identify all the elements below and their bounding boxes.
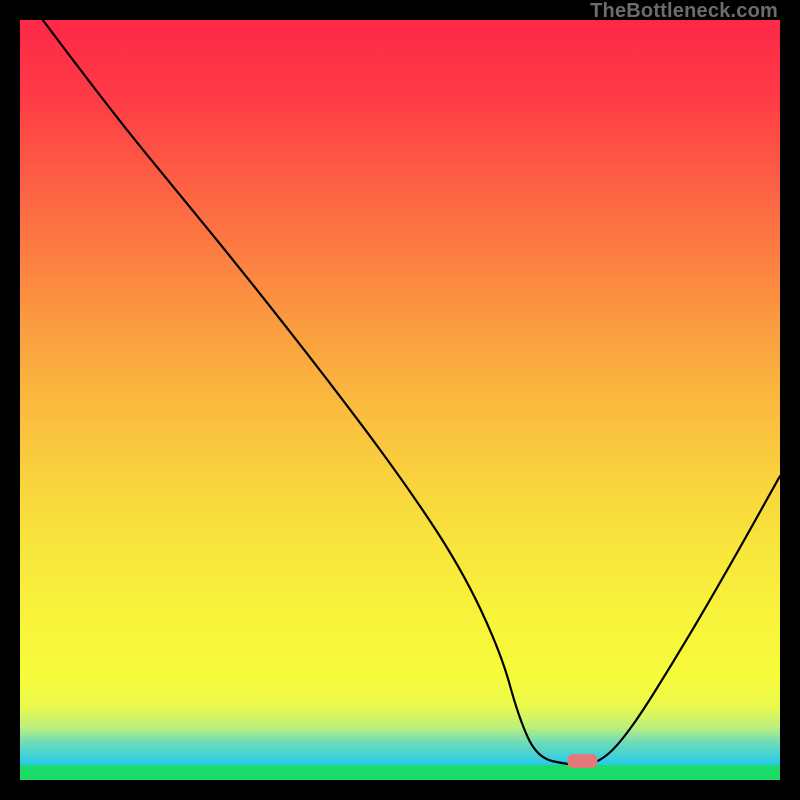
chart-svg: [20, 20, 780, 780]
chart-background: [20, 20, 780, 765]
chart-frame: [20, 20, 780, 780]
baseline-strip: [20, 765, 780, 780]
optimal-marker: [567, 754, 597, 768]
watermark-text: TheBottleneck.com: [590, 0, 778, 23]
